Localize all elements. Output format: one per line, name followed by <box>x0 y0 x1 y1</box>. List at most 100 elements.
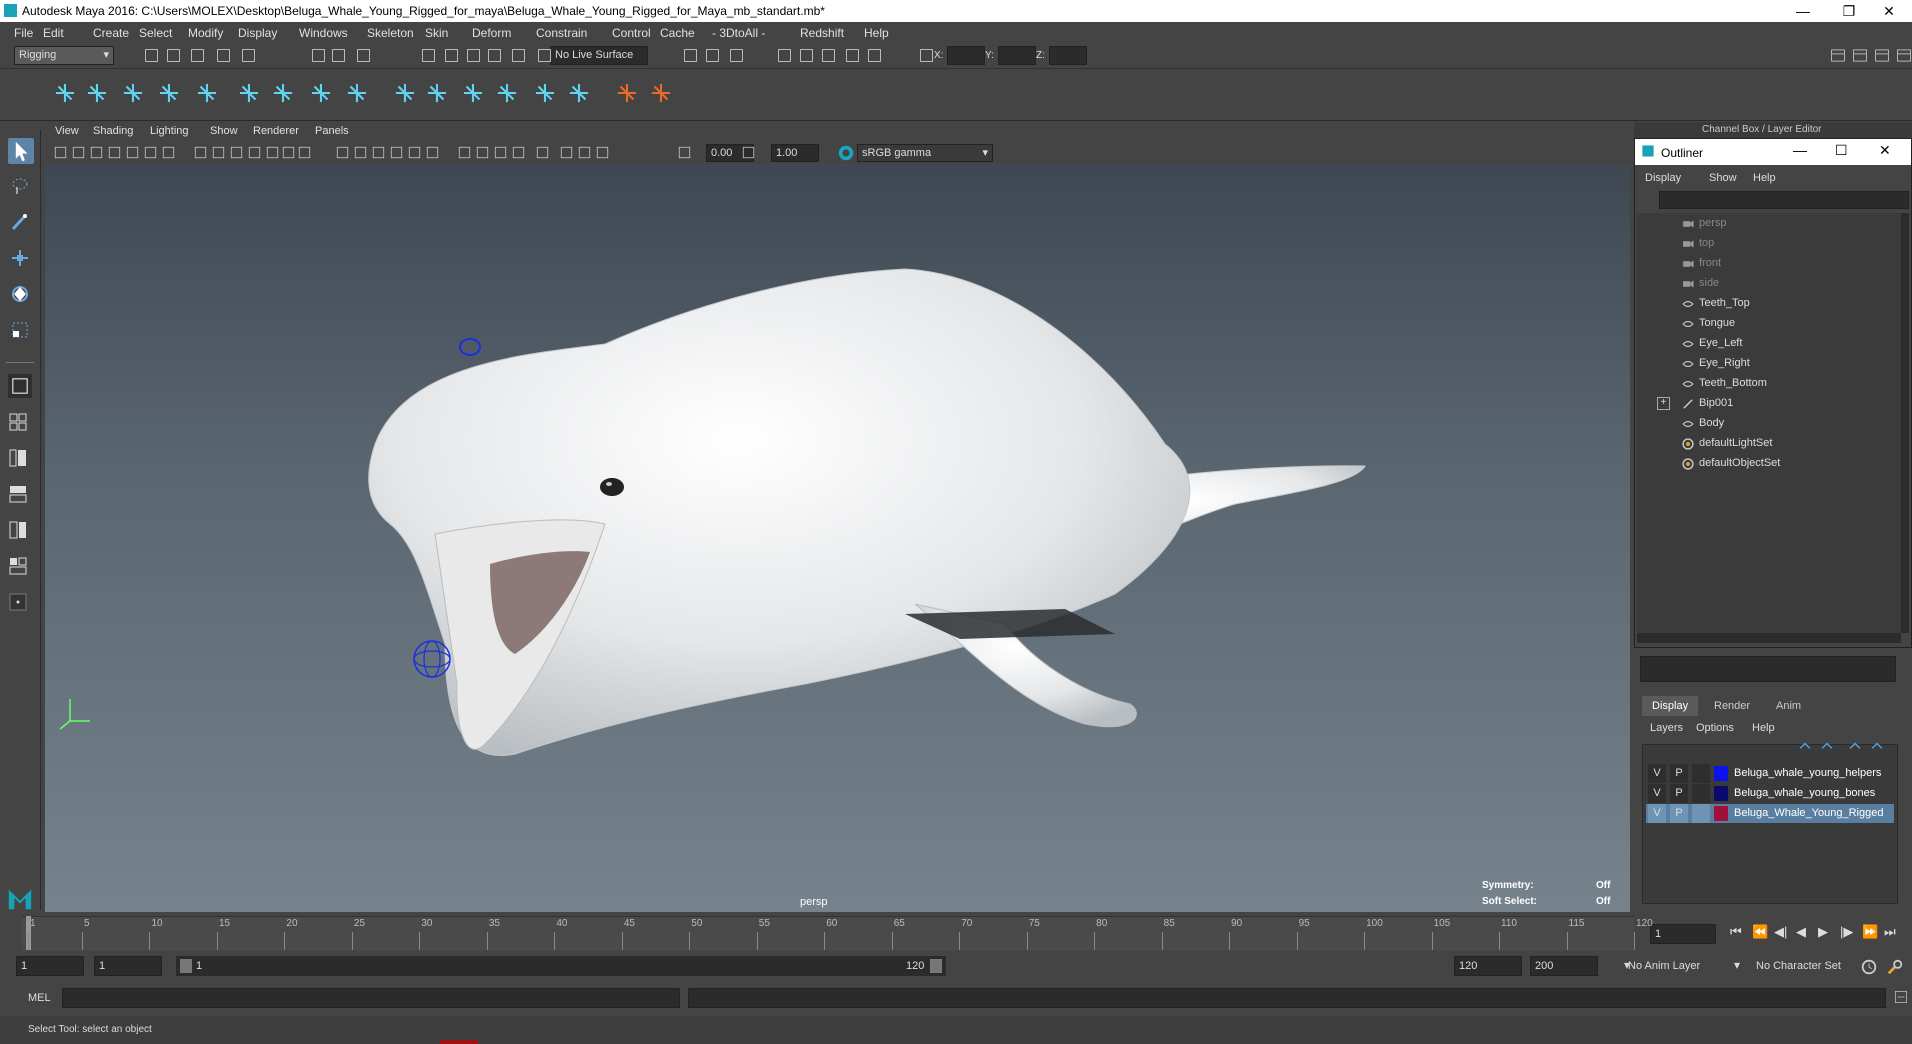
status-tool-14-icon[interactable] <box>536 47 553 64</box>
panel-toggle-3-icon[interactable] <box>1874 47 1890 64</box>
viewport-tool-19-icon[interactable] <box>407 145 422 160</box>
menu-constrain[interactable]: Constrain <box>536 26 587 40</box>
status-tool-10-icon[interactable] <box>443 47 460 64</box>
viewport-tool-26-icon[interactable] <box>559 145 574 160</box>
layout-menu-icon[interactable] <box>8 592 28 612</box>
menu-skin[interactable]: Skin <box>425 26 448 40</box>
y-field[interactable] <box>998 46 1036 65</box>
colorspace-dropdown[interactable]: sRGB gamma ▾ <box>857 144 993 162</box>
animation-preferences-icon[interactable] <box>1886 958 1904 976</box>
viewport-tool-5-icon[interactable] <box>125 145 140 160</box>
layer-visibility-toggle[interactable]: V <box>1648 804 1666 823</box>
z-field[interactable] <box>1049 46 1087 65</box>
layer-display-type-toggle[interactable] <box>1692 764 1710 783</box>
shelf-tool-1-icon[interactable] <box>52 80 78 106</box>
viewport-tool-9-icon[interactable] <box>211 145 226 160</box>
layer-color-swatch[interactable] <box>1714 786 1728 801</box>
outliner-menu-help[interactable]: Help <box>1753 172 1776 184</box>
tab-anim[interactable]: Anim <box>1766 696 1811 716</box>
viewport-menu-show[interactable]: Show <box>210 125 238 137</box>
panel-toggle-1-icon[interactable] <box>1830 47 1846 64</box>
status-tool-9-icon[interactable] <box>420 47 437 64</box>
shelf-tool-9-icon[interactable] <box>344 80 370 106</box>
tab-display[interactable]: Display <box>1642 696 1699 716</box>
menu-create[interactable]: Create <box>93 26 129 40</box>
viewport-tool-20-icon[interactable] <box>425 145 440 160</box>
viewport-tool-14-icon[interactable] <box>297 145 312 160</box>
step-back-frame-icon[interactable]: ◀| <box>1774 924 1787 940</box>
outliner-item[interactable]: defaultObjectSet <box>1637 455 1901 473</box>
shelf-tool-3-icon[interactable] <box>120 80 146 106</box>
viewport-tool-1-icon[interactable] <box>53 145 68 160</box>
menu-cache[interactable]: Cache <box>660 26 695 40</box>
outliner-item[interactable]: Eye_Right <box>1637 355 1901 373</box>
status-tool-13-icon[interactable] <box>510 47 527 64</box>
menu-file[interactable]: File <box>14 26 33 40</box>
status-tool-17-icon[interactable] <box>728 47 745 64</box>
status-tool-12-icon[interactable] <box>486 47 503 64</box>
outliner-scrollbar[interactable] <box>1901 213 1909 633</box>
command-language-label[interactable]: MEL <box>28 992 51 1004</box>
outliner-item[interactable]: defaultLightSet <box>1637 435 1901 453</box>
viewport-tool-12-icon[interactable] <box>265 145 280 160</box>
layer-action-2-icon[interactable] <box>1820 740 1834 754</box>
paint-select-icon[interactable] <box>10 212 30 232</box>
outliner-item[interactable]: Eye_Left <box>1637 335 1901 353</box>
hypershade-layout-icon[interactable] <box>8 520 28 540</box>
layer-color-swatch[interactable] <box>1714 766 1728 781</box>
viewport-tool-23-icon[interactable] <box>493 145 508 160</box>
menu-windows[interactable]: Windows <box>299 26 348 40</box>
scale-tool-icon[interactable] <box>10 320 30 340</box>
status-tool-18-icon[interactable] <box>776 47 793 64</box>
viewport-tool-10-icon[interactable] <box>229 145 244 160</box>
layer-menu-help[interactable]: Help <box>1752 722 1775 734</box>
play-backwards-icon[interactable]: ◀ <box>1796 924 1806 940</box>
status-tool-21-icon[interactable] <box>844 47 861 64</box>
beluga-whale-model[interactable] <box>45 164 1630 912</box>
status-tool-7-icon[interactable] <box>330 47 347 64</box>
status-tool-22-icon[interactable] <box>866 47 883 64</box>
shelf-tool-16-icon[interactable] <box>614 80 640 106</box>
shelf-tool-14-icon[interactable] <box>532 80 558 106</box>
layer-color-swatch[interactable] <box>1714 806 1728 821</box>
viewport-tool-8-icon[interactable] <box>193 145 208 160</box>
viewport-tool-2-icon[interactable] <box>71 145 86 160</box>
menu-control[interactable]: Control <box>612 26 651 40</box>
viewport-tool-17-icon[interactable] <box>371 145 386 160</box>
persp-outliner-layout-icon[interactable] <box>8 448 28 468</box>
layer-menu-options[interactable]: Options <box>1696 722 1734 734</box>
minimize-button[interactable]: — <box>1780 0 1826 22</box>
go-to-start-icon[interactable]: ⏮ <box>1730 924 1742 940</box>
outliner-filter-input[interactable] <box>1659 191 1909 209</box>
go-to-end-icon[interactable]: ⏭ <box>1884 924 1896 940</box>
shelf-tool-2-icon[interactable] <box>84 80 110 106</box>
viewport-menu-panels[interactable]: Panels <box>315 125 349 137</box>
start-frame-field[interactable]: 1 <box>16 956 84 976</box>
outliner-menu-show[interactable]: Show <box>1709 172 1737 184</box>
range-bar[interactable]: 1 120 <box>176 956 946 976</box>
select-tool-icon[interactable] <box>8 138 34 164</box>
move-tool-icon[interactable] <box>10 248 30 268</box>
layer-display-type-toggle[interactable] <box>1692 804 1710 823</box>
single-perspective-layout-icon[interactable] <box>8 374 32 398</box>
shelf-tool-17-icon[interactable] <box>648 80 674 106</box>
end-frame-field[interactable]: 200 <box>1530 956 1598 976</box>
viewport-tool-15-icon[interactable] <box>335 145 350 160</box>
shelf-tool-10-icon[interactable] <box>392 80 418 106</box>
shelf-tool-4-icon[interactable] <box>156 80 182 106</box>
outliner-item[interactable]: Tongue <box>1637 315 1901 333</box>
outliner-item[interactable]: Teeth_Top <box>1637 295 1901 313</box>
persp-graph-layout-icon[interactable] <box>8 484 28 504</box>
layer-row[interactable]: V P Beluga_whale_young_helpers <box>1646 764 1894 783</box>
live-surface-field[interactable]: No Live Surface <box>550 46 648 65</box>
layer-visibility-toggle[interactable]: V <box>1648 764 1666 783</box>
command-input[interactable] <box>62 988 680 1008</box>
step-forward-key-icon[interactable]: ⏩ <box>1862 924 1878 940</box>
lasso-tool-icon[interactable] <box>10 176 30 196</box>
playback-start-field[interactable]: 1 <box>94 956 162 976</box>
outliner-item[interactable]: persp <box>1637 215 1901 233</box>
outliner-item[interactable]: side <box>1637 275 1901 293</box>
chevron-down-icon[interactable]: ▾ <box>1734 958 1740 972</box>
current-frame-field[interactable]: 1 <box>1650 924 1716 944</box>
time-slider[interactable]: 1 1 5 10 15 20 25 30 35 40 45 50 55 60 65 70 75 80 85 90 95… <box>0 912 1912 954</box>
